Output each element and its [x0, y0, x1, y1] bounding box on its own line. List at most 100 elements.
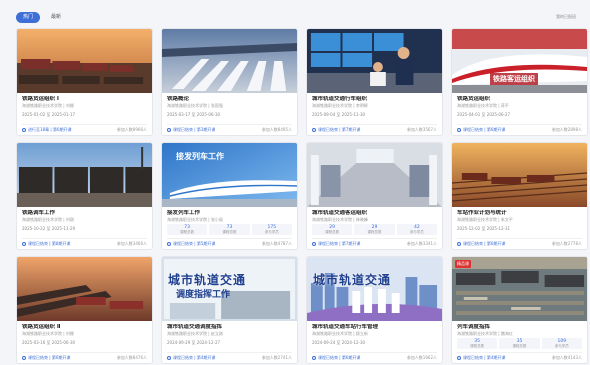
participant-count: 参加人数1662人 — [406, 355, 437, 360]
tab-latest[interactable]: 最新 — [44, 12, 68, 23]
stat-label: 课程总数 — [367, 230, 382, 234]
course-card[interactable]: 城市轨道交通城市轨道交通车站行车管理 海湖铁路职业技术学院 | 顾立新 2024-0… — [306, 256, 443, 364]
course-thumbnail[interactable] — [307, 143, 442, 207]
course-thumbnail[interactable]: 铁路客运组织 — [452, 29, 587, 93]
course-card[interactable]: 接发列车工作 接发列车工作 海湖铁路职业技术学院 | 张小丽 73 课程总数 73 课程总数… — [161, 142, 298, 250]
clock-icon — [22, 356, 26, 360]
clock-icon — [167, 356, 171, 360]
stat-label: 课程总数 — [512, 344, 527, 348]
course-thumbnail[interactable] — [17, 143, 152, 207]
course-school-teacher: 海湖铁路职业技术学院 | 蒋平 — [457, 103, 509, 108]
course-date-range: 2024-09-24 至 2024-12-30 — [312, 340, 366, 345]
course-date-range: 2025-09-04 至 2025-11-30 — [312, 112, 366, 117]
top-bar: 热门 最新 我的已报班 — [16, 8, 576, 26]
course-status-link[interactable]: 课程已结束 | 第8期开课 — [28, 241, 70, 247]
course-card[interactable]: 城市轨道交通客运组织 海湖铁路职业技术学院 | 林晓峰 29 课程总数 29 课程总数 42… — [306, 142, 443, 250]
course-school-teacher: 海湖铁路职业技术学院 | 林晓峰 — [312, 217, 368, 222]
stat-item: 73 课程总数 — [209, 224, 250, 235]
course-date-range: 2024-09-29 至 2024-12-27 — [167, 340, 221, 345]
course-card[interactable]: 城市轨道交通行车组织 海湖铁路职业技术学院 | 李明辉 2025-09-04 至 2… — [306, 28, 443, 136]
course-title[interactable]: 车站作业计划与统计 — [457, 210, 582, 217]
course-status-link[interactable]: 课程已结束 | 第6期开课 — [28, 355, 70, 361]
participant-count: 参加人数3567人 — [406, 127, 437, 132]
course-title[interactable]: 铁路货运组织 Ⅰ — [22, 96, 147, 103]
stat-item: 73 课程总数 — [167, 224, 208, 235]
thumbnail-subtitle-text: 调度指挥工作 — [176, 290, 231, 300]
clock-icon — [22, 128, 26, 132]
stat-label: 课程总数 — [325, 230, 340, 234]
stat-item: 109 参与学员 — [541, 338, 582, 349]
course-school-teacher: 海湖铁路职业技术学院 | 赵立刚 — [167, 331, 223, 336]
course-thumbnail[interactable]: 城市轨道交通 — [307, 257, 442, 321]
course-title[interactable]: 铁路调车工作 — [22, 210, 147, 217]
course-stats: 29 课程总数 29 课程总数 42 参与学员 — [312, 224, 437, 235]
course-status-link[interactable]: 课程已结束 | 第4期开课 — [173, 355, 215, 361]
course-title[interactable]: 铁路货运组织 Ⅱ — [22, 324, 147, 331]
course-status-link[interactable]: 进行至18章 | 第6期开课 — [28, 127, 72, 133]
course-grid: 铁路货运组织 Ⅰ 海湖铁路职业技术学院 | 刘娜 2025-01-02 至 2025… — [16, 28, 588, 364]
thumbnail-title-text: 城市轨道交通 — [168, 273, 247, 287]
course-title[interactable]: 城市轨道交通行车组织 — [312, 96, 437, 103]
course-status-link[interactable]: 课程已结束 | 第4期开课 — [463, 355, 505, 361]
course-card[interactable]: 铁路客运组织 铁路货运组织 海湖铁路职业技术学院 | 蒋平 2025-04-01 至 … — [451, 28, 588, 136]
course-school-teacher: 海湖铁路职业技术学院 | 顾立新 — [312, 331, 368, 336]
participant-count: 参加人数4787人 — [261, 241, 292, 246]
course-status-link[interactable]: 课程已结束 | 第7期开课 — [318, 241, 360, 247]
course-stats: 35 课程总数 35 课程总数 109 参与学员 — [457, 338, 582, 349]
course-status-link[interactable]: 课程已结束 | 第7期开课 — [318, 127, 360, 133]
clock-icon — [312, 242, 316, 246]
course-card[interactable]: 铁路调车工作 海湖铁路职业技术学院 | 刘刚 2025-10-22 至 2025-1… — [16, 142, 153, 250]
course-date-range: 2025-03-17 至 2025-06-30 — [167, 112, 221, 117]
course-title[interactable]: 城市轨道交通调度指挥 — [167, 324, 292, 331]
course-school-teacher: 海湖铁路职业技术学院 | 刘娜 — [22, 103, 74, 108]
course-card[interactable]: 铁路货运组织 Ⅰ 海湖铁路职业技术学院 | 刘娜 2025-01-02 至 2025… — [16, 28, 153, 136]
course-thumbnail[interactable] — [452, 143, 587, 207]
course-title[interactable]: 城市轨道交通客运组织 — [312, 210, 437, 217]
course-card[interactable]: 精品课 列车调度指挥 海湖铁路职业技术学院 | 魏海红 35 课程总数 35 课程总数 109… — [451, 256, 588, 364]
clock-icon — [457, 242, 461, 246]
course-title[interactable]: 接发列车工作 — [167, 210, 292, 217]
course-thumbnail[interactable]: 接发列车工作 — [162, 143, 297, 207]
course-school-teacher: 海湖铁路职业技术学院 | 刘娜 — [22, 331, 74, 336]
course-card[interactable]: 铁路货运组织 Ⅱ 海湖铁路职业技术学院 | 刘娜 2025-03-16 至 2025… — [16, 256, 153, 364]
clock-icon — [167, 128, 171, 132]
course-title[interactable]: 铁路概论 — [167, 96, 292, 103]
course-thumbnail[interactable] — [162, 29, 297, 93]
tab-hot[interactable]: 热门 — [16, 11, 41, 23]
course-footer: 课程已结束 | 第6期开课 参加人数1662人 — [312, 352, 437, 361]
course-card[interactable]: 车站作业计划与统计 海湖铁路职业技术学院 | 朱文平 2025-12-02 至 20… — [451, 142, 588, 250]
course-stats: 73 课程总数 73 课程总数 175 参与学员 — [167, 224, 292, 235]
stat-label: 课程总数 — [222, 230, 237, 234]
course-status-link[interactable]: 课程已结束 | 第6期开课 — [463, 127, 505, 133]
course-date-range: 2025-10-22 至 2025-11-29 — [22, 226, 76, 231]
course-thumbnail[interactable]: 精品课 — [452, 257, 587, 321]
participant-count: 参加人数4143人 — [551, 355, 582, 360]
stat-item: 29 课程总数 — [312, 224, 353, 235]
course-footer: 课程已结束 | 第6期开课 参加人数8476人 — [22, 352, 147, 361]
course-title[interactable]: 列车调度指挥 — [457, 324, 582, 331]
stat-item: 175 参与学员 — [251, 224, 292, 235]
stat-label: 参与学员 — [409, 230, 424, 234]
course-status-link[interactable]: 课程已结束 | 第6期开课 — [318, 355, 360, 361]
stat-item: 42 参与学员 — [396, 224, 437, 235]
course-title[interactable]: 铁路货运组织 — [457, 96, 582, 103]
participant-count: 参加人数2898人 — [551, 127, 582, 132]
course-thumbnail[interactable] — [17, 29, 152, 93]
course-card[interactable]: 城市轨道交通调度指挥工作城市轨道交通调度指挥 海湖铁路职业技术学院 | 赵立刚 20… — [161, 256, 298, 364]
my-courses-link[interactable]: 我的已报班 — [556, 14, 576, 20]
course-card[interactable]: 铁路概论 海湖铁路职业技术学院 | 张国强 2025-03-17 至 2025-06… — [161, 28, 298, 136]
course-school-teacher: 海湖铁路职业技术学院 | 魏海红 — [457, 331, 513, 336]
course-thumbnail[interactable]: 城市轨道交通调度指挥工作 — [162, 257, 297, 321]
course-status-link[interactable]: 课程已结束 | 第6期开课 — [463, 241, 505, 247]
course-title[interactable]: 城市轨道交通车站行车管理 — [312, 324, 437, 331]
course-thumbnail[interactable] — [307, 29, 442, 93]
stat-label: 参与学员 — [264, 230, 279, 234]
course-footer: 课程已结束 | 第3期开课 参加人数8495人 — [167, 124, 292, 133]
course-status-link[interactable]: 课程已结束 | 第3期开课 — [173, 127, 215, 133]
course-school-teacher: 海湖铁路职业技术学院 | 张小丽 — [167, 217, 223, 222]
clock-icon — [312, 356, 316, 360]
thumbnail-title-text: 城市轨道交通 — [313, 273, 392, 287]
course-status-link[interactable]: 课程已结束 | 第5期开课 — [173, 241, 215, 247]
course-thumbnail[interactable] — [17, 257, 152, 321]
course-footer: 课程已结束 | 第8期开课 参加人数3466人 — [22, 238, 147, 247]
